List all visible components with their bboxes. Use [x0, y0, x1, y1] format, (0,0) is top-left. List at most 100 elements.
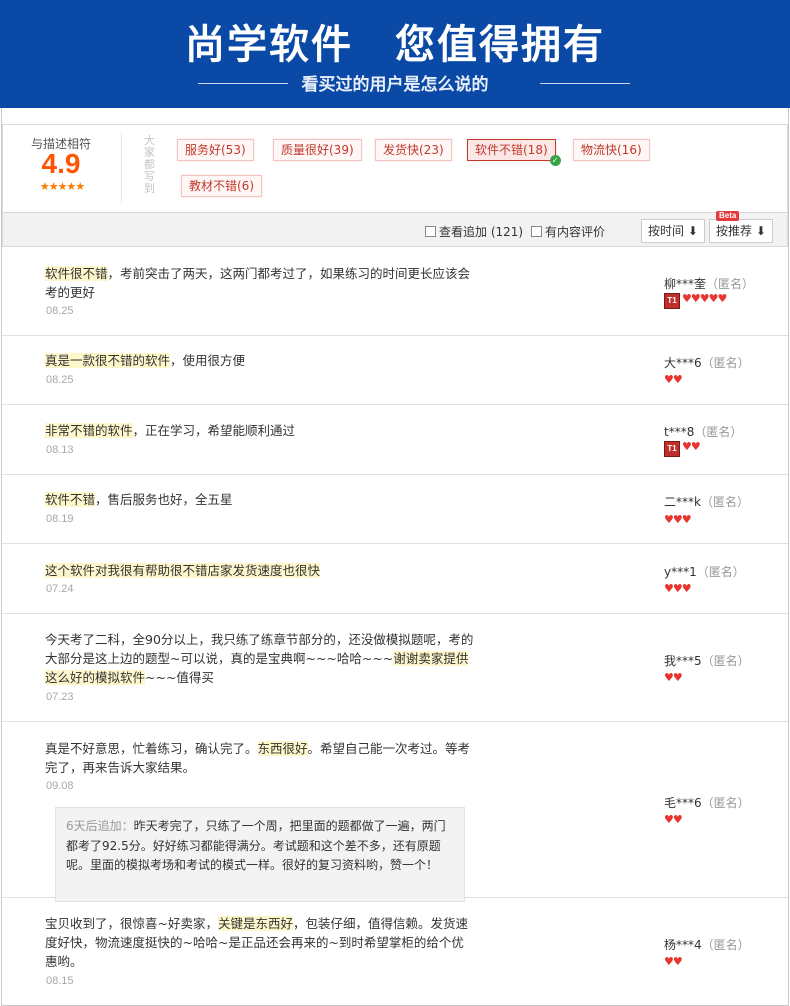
review-item: 软件很不错，考前突击了两天，这两门都考过了，如果练习的时间更长应该会考的更好 0…	[2, 247, 788, 336]
tag-textbook[interactable]: 教材不错(6)	[181, 175, 262, 197]
review-highlight: 非常不错的软件	[45, 423, 133, 438]
reviewer-nick: 毛***6	[664, 796, 702, 810]
tag-label: 教材不错(6)	[189, 179, 254, 193]
rating-summary: 与描述相符 4.9 ★★★★★ 大家都写到 服务好(53) 质量很好(39) 发…	[2, 124, 788, 212]
followup-review: 6天后追加：昨天考完了，只练了一个周，把里面的题都做了一遍，两门都考了92.5分…	[55, 807, 465, 902]
heart-icon: ♥	[672, 373, 683, 386]
reviewer-nick: t***8	[664, 425, 695, 439]
checkbox-icon	[425, 226, 436, 237]
reviewer-level: ♥♥	[664, 955, 683, 968]
beta-badge: Beta	[716, 211, 740, 221]
append-filter-label: 查看追加 (121)	[439, 225, 524, 239]
reviewer-nick: 我***5	[664, 654, 702, 668]
review-date: 08.25	[46, 305, 74, 317]
review-highlight: 这个软件对我很有帮助很不错店家发货速度也很快	[45, 563, 321, 578]
review-item: 非常不错的软件，正在学习，希望能顺利通过 08.13 t***8（匿名） T1 ♥…	[2, 405, 788, 475]
review-highlight: 软件不错	[45, 492, 96, 507]
review-text: 今天考了二科，全90分以上，我只练了练章节部分的，还没做模拟题呢，考的大部分是这…	[45, 630, 475, 687]
anonymous-label: （匿名）	[701, 654, 750, 668]
tag-label: 软件不错(18)	[475, 143, 548, 157]
tag-label: 服务好(53)	[185, 143, 246, 157]
append-filter-checkbox[interactable]: 查看追加 (121)	[425, 223, 523, 240]
tag-software-good[interactable]: 软件不错(18) ✓	[467, 139, 561, 166]
heart-icon: ♥	[672, 813, 683, 826]
tag-label: 发货快(23)	[383, 143, 444, 157]
review-text: 真是不好意思，忙着练习，确认完了。东西很好。希望自己能一次考过。等考完了，再来告…	[45, 739, 475, 777]
reviewer-name: 柳***奎（匿名）	[664, 275, 754, 292]
anonymous-label: （匿名）	[701, 796, 750, 810]
review-date: 07.24	[46, 583, 74, 595]
reviewer-level: T1 ♥♥♥♥♥	[664, 292, 728, 309]
review-date: 08.15	[46, 975, 74, 987]
review-body: ~~~值得买	[145, 670, 214, 685]
review-highlight: 软件很不错	[45, 266, 108, 281]
review-highlight: 真是一款很不错的软件	[45, 353, 171, 368]
reviewer-nick: 二***k	[664, 495, 701, 509]
heart-icon: ♥	[681, 582, 692, 595]
content-filter-label: 有内容评价	[545, 225, 606, 239]
review-highlight: 东西很好	[257, 741, 308, 756]
reviewer-name: 二***k（匿名）	[664, 493, 749, 510]
checkbox-icon	[531, 226, 542, 237]
review-body: 宝贝收到了，很惊喜~好卖家，	[45, 916, 218, 931]
banner-title: 尚学软件 您值得拥有	[185, 22, 605, 68]
review-text: 非常不错的软件，正在学习，希望能顺利通过	[45, 421, 475, 440]
reviewer-nick: y***1	[664, 565, 697, 579]
review-item: 这个软件对我很有帮助很不错店家发货速度也很快 07.24 y***1（匿名） ♥…	[2, 544, 788, 614]
banner-divider-right	[540, 83, 630, 84]
arrow-down-icon: ⬇	[687, 224, 698, 238]
content-filter-checkbox[interactable]: 有内容评价	[531, 223, 605, 240]
review-text: 真是一款很不错的软件，使用很方便	[45, 351, 475, 370]
review-item: 真是不好意思，忙着练习，确认完了。东西很好。希望自己能一次考过。等考完了，再来告…	[2, 722, 788, 902]
reviewer-name: t***8（匿名）	[664, 423, 742, 440]
anonymous-label: （匿名）	[696, 565, 745, 579]
reviewer-level: ♥♥♥	[664, 582, 692, 595]
review-body: 真是不好意思，忙着练习，确认完了。	[45, 741, 258, 756]
review-text: 软件不错，售后服务也好，全五星	[45, 490, 475, 509]
review-body: ，考前突击了两天，这两门都考过了，如果练习的时间更长应该会考的更好	[45, 266, 471, 300]
reviewer-name: 杨***4（匿名）	[664, 936, 750, 953]
anonymous-label: （匿名）	[701, 938, 750, 952]
reviewer-name: y***1（匿名）	[664, 563, 745, 580]
review-body: ，售后服务也好，全五星	[95, 492, 233, 507]
tag-service[interactable]: 服务好(53)	[177, 139, 254, 161]
t1-badge-icon: T1	[664, 293, 680, 309]
review-item: 今天考了二科，全90分以上，我只练了练章节部分的，还没做模拟题呢，考的大部分是这…	[2, 614, 788, 722]
star-rating-icon: ★★★★★	[39, 180, 85, 193]
anonymous-label: （匿名）	[694, 425, 743, 439]
reviewer-nick: 大***6	[664, 356, 702, 370]
review-text: 软件很不错，考前突击了两天，这两门都考过了，如果练习的时间更长应该会考的更好	[45, 264, 475, 302]
reviewer-name: 大***6（匿名）	[664, 354, 750, 371]
review-date: 08.25	[46, 374, 74, 386]
tag-logistics[interactable]: 物流快(16)	[573, 139, 650, 161]
tag-label: 质量很好(39)	[281, 143, 354, 157]
anonymous-label: （匿名）	[701, 356, 750, 370]
sort-time-label: 按时间	[648, 224, 685, 238]
t1-badge-icon: T1	[664, 441, 680, 457]
heart-icon: ♥	[672, 671, 683, 684]
reviewer-name: 我***5（匿名）	[664, 652, 750, 669]
review-item: 真是一款很不错的软件，使用很方便 08.25 大***6（匿名） ♥♥	[2, 336, 788, 405]
check-icon: ✓	[549, 155, 561, 166]
sort-by-time-button[interactable]: 按时间 ⬇	[641, 219, 705, 243]
sort-recommend-label: 按推荐	[716, 224, 753, 238]
anonymous-label: （匿名）	[700, 495, 749, 509]
promo-banner: 尚学软件 您值得拥有 看买过的用户是怎么说的	[0, 0, 790, 108]
reviewer-level: ♥♥	[664, 373, 683, 386]
review-text: 这个软件对我很有帮助很不错店家发货速度也很快	[45, 561, 475, 580]
review-item: 软件不错，售后服务也好，全五星 08.19 二***k（匿名） ♥♥♥	[2, 475, 788, 544]
heart-icon: ♥	[672, 955, 683, 968]
review-date: 08.13	[46, 444, 74, 456]
banner-subtitle: 看买过的用户是怎么说的	[301, 75, 489, 95]
review-date: 07.23	[46, 691, 74, 703]
reviewer-level: ♥♥♥	[664, 514, 692, 526]
review-item: 宝贝收到了，很惊喜~好卖家，关键是东西好，包装仔细，值得信赖。发货速度好快，物流…	[2, 898, 788, 1004]
review-body: ，正在学习，希望能顺利通过	[132, 423, 296, 438]
reviewer-nick: 杨***4	[664, 938, 702, 952]
reviewer-level: ♥♥	[664, 671, 683, 684]
sort-by-recommend-button[interactable]: Beta 按推荐 ⬇	[709, 211, 773, 243]
score-value: 4.9	[41, 148, 81, 179]
tag-shipping[interactable]: 发货快(23)	[375, 139, 452, 161]
tag-quality[interactable]: 质量很好(39)	[273, 139, 362, 161]
heart-icon: ♥	[717, 292, 728, 305]
